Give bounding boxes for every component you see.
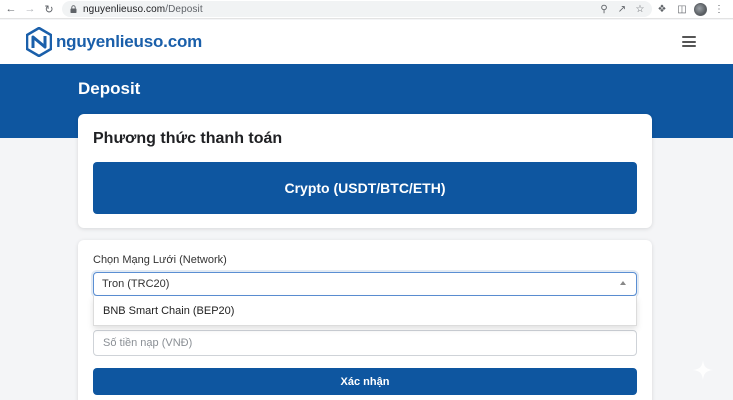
share-icon[interactable]: ↗ — [616, 4, 628, 15]
amount-input[interactable] — [93, 330, 637, 356]
page-title: Deposit — [78, 79, 141, 98]
crypto-method-button[interactable]: Crypto (USDT/BTC/ETH) — [93, 162, 637, 214]
network-select[interactable]: Tron (TRC20) — [93, 272, 637, 296]
bookmark-star-icon[interactable]: ☆ — [634, 4, 646, 15]
address-bar[interactable]: nguyenlieuso.com/Deposit ⚲ ↗ ☆ — [62, 1, 652, 17]
network-selected-value: Tron (TRC20) — [102, 278, 170, 290]
network-label: Chọn Mạng Lưới (Network) — [93, 254, 227, 266]
logo-text: nguyenlieuso.com — [56, 32, 203, 51]
confirm-button[interactable]: Xác nhận — [93, 368, 637, 395]
browser-toolbar: ← → ↻ nguyenlieuso.com/Deposit ⚲ ↗ ☆ ❖ ◫… — [0, 0, 733, 19]
deposit-form-card: Chọn Mạng Lưới (Network) Tron (TRC20) BN… — [78, 240, 652, 400]
url-path: /Deposit — [165, 3, 203, 15]
sparkle-icon — [693, 360, 713, 380]
side-panel-icon[interactable]: ◫ — [674, 2, 690, 18]
url-domain: nguyenlieuso.com — [83, 3, 166, 15]
zoom-icon[interactable]: ⚲ — [598, 4, 610, 15]
lock-icon — [70, 5, 77, 13]
logo-mark-icon — [26, 27, 52, 57]
menu-kebab-icon[interactable]: ⋮ — [711, 2, 727, 18]
network-option-label: BNB Smart Chain (BEP20) — [103, 304, 235, 317]
site-header: nguyenlieuso.com — [0, 20, 733, 64]
network-dropdown-option[interactable]: BNB Smart Chain (BEP20) — [93, 296, 637, 326]
extensions-icon[interactable]: ❖ — [654, 2, 670, 18]
site-logo[interactable]: nguyenlieuso.com — [26, 27, 202, 57]
hamburger-menu-icon[interactable] — [682, 36, 696, 47]
url-text: nguyenlieuso.com/Deposit — [83, 4, 203, 15]
caret-up-icon — [620, 281, 626, 285]
forward-icon[interactable]: → — [22, 1, 38, 17]
profile-avatar[interactable] — [694, 3, 707, 16]
back-icon[interactable]: ← — [3, 1, 19, 17]
payment-method-card: Phương thức thanh toán Crypto (USDT/BTC/… — [78, 114, 652, 228]
payment-method-title: Phương thức thanh toán — [93, 130, 283, 147]
reload-icon[interactable]: ↻ — [41, 1, 57, 17]
